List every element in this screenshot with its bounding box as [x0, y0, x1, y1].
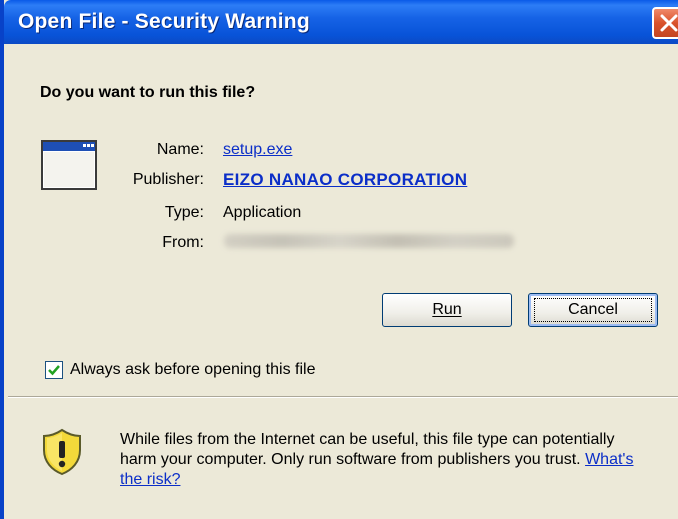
type-label: Type: — [164, 204, 204, 221]
always-ask-label[interactable]: Always ask before opening this file — [70, 361, 315, 379]
warning-message: While files from the Internet can be use… — [120, 430, 650, 490]
publisher-label: Publisher: — [132, 171, 204, 188]
name-label: Name: — [156, 141, 204, 158]
shield-warning-icon — [42, 428, 82, 481]
run-button-label: Run — [432, 301, 462, 318]
window-title: Open File - Security Warning — [18, 10, 310, 33]
type-value: Application — [223, 204, 302, 221]
always-ask-checkbox[interactable] — [45, 361, 63, 379]
from-value-redacted — [224, 234, 514, 248]
warning-text: While files from the Internet can be use… — [120, 431, 615, 468]
from-label: From: — [162, 234, 204, 251]
security-warning-dialog: Open File - Security Warning Do you want… — [0, 0, 678, 519]
title-bar[interactable]: Open File - Security Warning — [4, 0, 678, 44]
file-name-link[interactable]: setup.exe — [223, 141, 292, 159]
cancel-button[interactable]: Cancel — [528, 293, 658, 327]
run-button[interactable]: Run — [382, 293, 512, 327]
close-button[interactable] — [652, 7, 678, 39]
prompt-question: Do you want to run this file? — [40, 84, 256, 101]
publisher-link[interactable]: EIZO NANAO CORPORATION — [223, 170, 467, 190]
focus-rectangle — [534, 298, 652, 322]
application-window-icon — [41, 140, 97, 195]
